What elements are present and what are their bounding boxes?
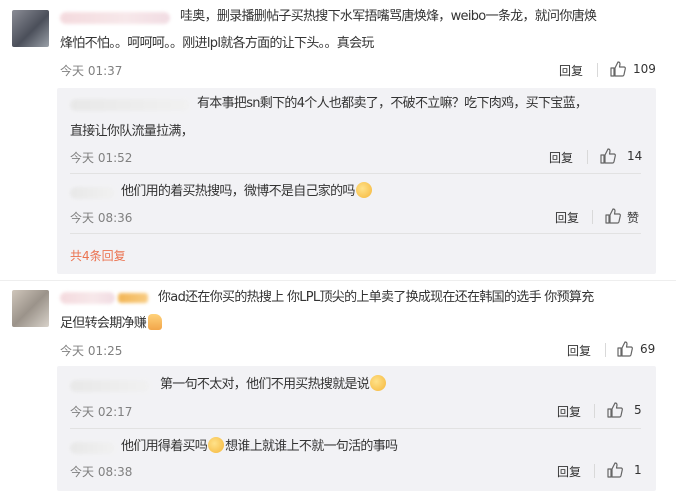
comment-time: 今天 01:25 [60,344,123,358]
thumbs-up-icon[interactable] [606,401,624,419]
reply-button[interactable]: 回复 [567,342,591,359]
comment-text-line: 哇奥，删录播删帖子买热搜下水军捂嘴骂唐焕烽，weibo一条龙，就问你唐焕 [180,9,597,24]
reply-text-line: 有本事把sn剩下的4个人也都卖了，不破不立嘛？吃下肉鸡，买下宝蓝， [197,96,588,111]
reply-text: 他们用得着买吗 想谁上就谁上不就一句活的事吗 [121,437,398,454]
action-separator [592,210,593,224]
like-label: 赞 [627,211,640,225]
reply-button[interactable]: 回复 [559,62,583,79]
action-separator [587,150,588,164]
reply-button[interactable]: 回复 [555,209,579,226]
reply-text: 他们用的着买热搜吗，微博不是自己家的吗 [121,181,373,203]
comment-text-line: 你ad还在你买的热搜上 你LPL顶尖的上单卖了换成现在还在韩国的选手 你预算充 [158,290,594,305]
thumbs-up-icon[interactable] [606,461,624,479]
reply-text-line: 直接让你队流量拉满， [70,124,194,139]
reply-time: 今天 02:17 [70,405,133,419]
avatar[interactable] [12,10,49,47]
comment-text-line: 烽怕不怕。。呵呵呵。。刚进lpl就各方面的让下头。。真会玩 [60,36,374,51]
reply-button[interactable]: 回复 [557,403,581,420]
doge-emoji-icon [208,437,225,453]
username-blurred[interactable] [70,99,190,111]
thumbs-up-icon[interactable] [609,60,627,78]
doge-emoji-icon [355,182,372,198]
reply-time: 今天 01:52 [70,151,133,165]
avatar[interactable] [12,290,49,327]
reply-time: 今天 08:38 [70,465,133,479]
reply-divider [70,233,641,234]
doge-emoji-icon [370,375,387,391]
comment-text-line: 足但转会期净赚 [60,313,163,335]
username-blurred[interactable] [70,187,115,199]
action-separator [594,464,595,478]
reply-button[interactable]: 回复 [549,149,573,166]
thumbs-up-icon[interactable] [599,147,617,165]
thumbs-up-emoji-icon [148,314,163,330]
user-badge [118,293,148,303]
comment-time: 今天 01:37 [60,64,123,78]
reply-divider [70,173,641,174]
thumbs-up-icon[interactable] [604,207,622,225]
like-count: 5 [634,403,642,417]
username-blurred[interactable] [60,12,170,24]
reply-divider [70,428,641,429]
action-separator [594,404,595,418]
reply-time: 今天 08:36 [70,211,133,225]
like-count: 14 [627,149,643,163]
username-blurred[interactable] [60,292,115,304]
thumbs-up-icon[interactable] [616,340,634,358]
username-blurred[interactable] [70,442,115,454]
reply-text: 第一句不太对，他们不用买热搜就是说 [160,374,387,396]
reply-button[interactable]: 回复 [557,463,581,480]
like-count: 69 [640,342,656,356]
username-blurred[interactable] [70,380,150,392]
comment-separator [0,280,676,281]
action-separator [597,63,598,77]
action-separator [605,343,606,357]
like-count: 109 [633,62,656,76]
show-more-replies-link[interactable]: 共4条回复 [70,247,126,264]
comment-thread: 哇奥，删录播删帖子买热搜下水军捂嘴骂唐焕烽，weibo一条龙，就问你唐焕 烽怕不… [0,0,676,491]
like-count: 1 [634,463,642,477]
